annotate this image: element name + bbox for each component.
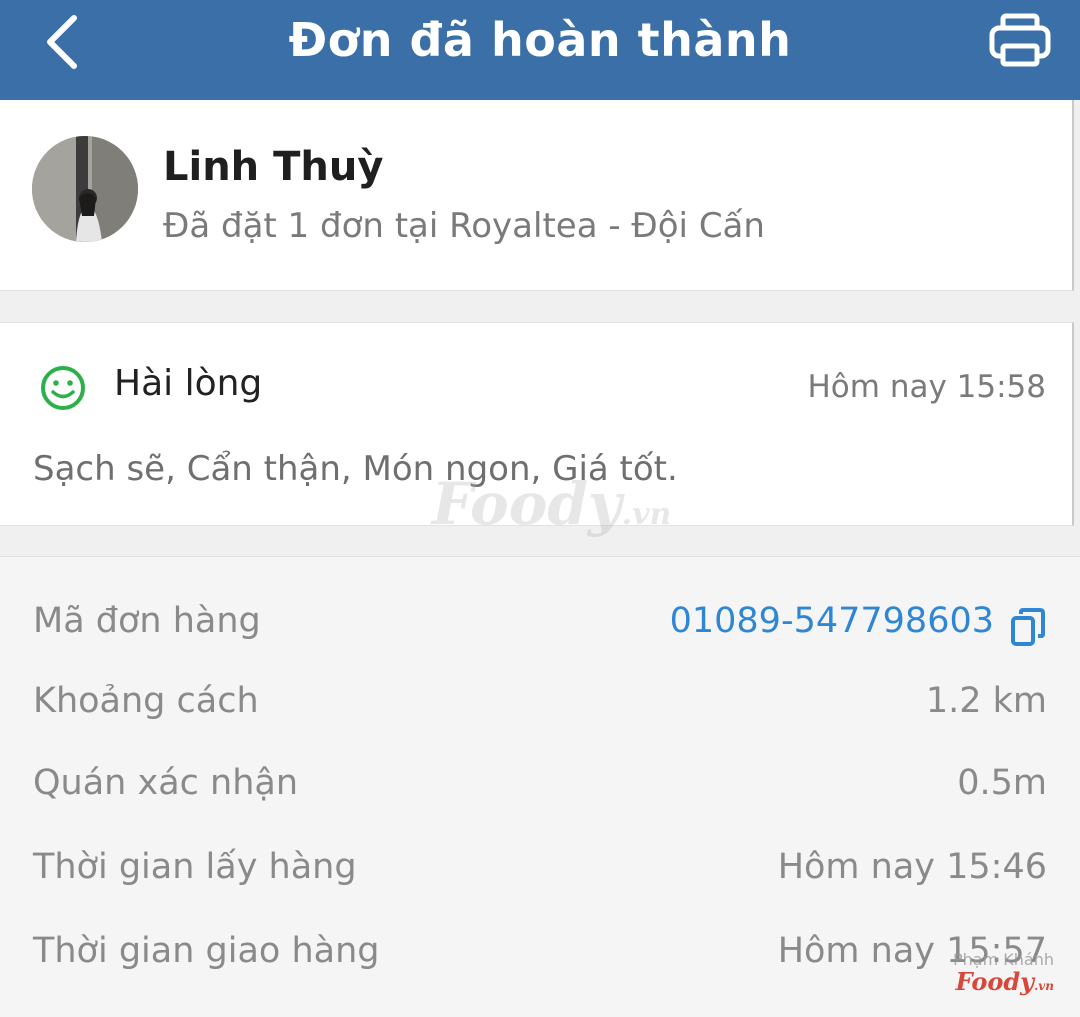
distance-label: Khoảng cách [33, 681, 259, 721]
customer-name: Linh Thuỳ [163, 144, 384, 190]
confirm-row: Quán xác nhận 0.5m [0, 757, 1080, 817]
rating-time: Hôm nay 15:58 [807, 369, 1046, 405]
corner-brand-suffix: .vn [1034, 979, 1054, 993]
order-id-label: Mã đơn hàng [33, 601, 261, 641]
order-id-row: Mã đơn hàng 01089-547798603 [0, 595, 1080, 655]
avatar[interactable] [32, 136, 138, 242]
distance-value: 1.2 km [925, 681, 1047, 721]
confirm-label: Quán xác nhận [33, 763, 299, 803]
print-button[interactable] [986, 8, 1054, 72]
avatar-photo [32, 136, 138, 242]
corner-brand-name: Foody [955, 967, 1035, 996]
page-title: Đơn đã hoàn thành [288, 13, 792, 67]
rating-card: Hài lòng Hôm nay 15:58 Sạch sẽ, Cẩn thận… [0, 322, 1074, 526]
pickup-time-label: Thời gian lấy hàng [33, 847, 357, 887]
order-summary: Đã đặt 1 đơn tại Royaltea - Đội Cấn [163, 206, 765, 246]
pickup-time-value: Hôm nay 15:46 [777, 847, 1047, 887]
customer-card: Linh Thuỳ Đã đặt 1 đơn tại Royaltea - Độ… [0, 100, 1074, 291]
pickup-time-row: Thời gian lấy hàng Hôm nay 15:46 [0, 841, 1080, 901]
smile-icon [41, 366, 85, 410]
printer-icon [989, 13, 1051, 67]
corner-watermark: Phạm Khánh Foody.vn [953, 950, 1054, 996]
distance-row: Khoảng cách 1.2 km [0, 675, 1080, 735]
top-app-bar: Đơn đã hoàn thành [0, 0, 1080, 100]
order-details: Mã đơn hàng 01089-547798603 Khoảng cách … [0, 556, 1080, 1017]
confirm-value: 0.5m [957, 763, 1047, 803]
corner-brand: Foody.vn [953, 967, 1054, 996]
delivery-time-label: Thời gian giao hàng [33, 931, 380, 971]
order-id-value[interactable]: 01089-547798603 [670, 601, 994, 641]
delivery-time-row: Thời gian giao hàng Hôm nay 15:57 [0, 925, 1080, 985]
rating-label: Hài lòng [114, 363, 263, 404]
copy-icon[interactable] [1010, 607, 1046, 647]
rating-comment: Sạch sẽ, Cẩn thận, Món ngon, Giá tốt. [33, 449, 678, 489]
